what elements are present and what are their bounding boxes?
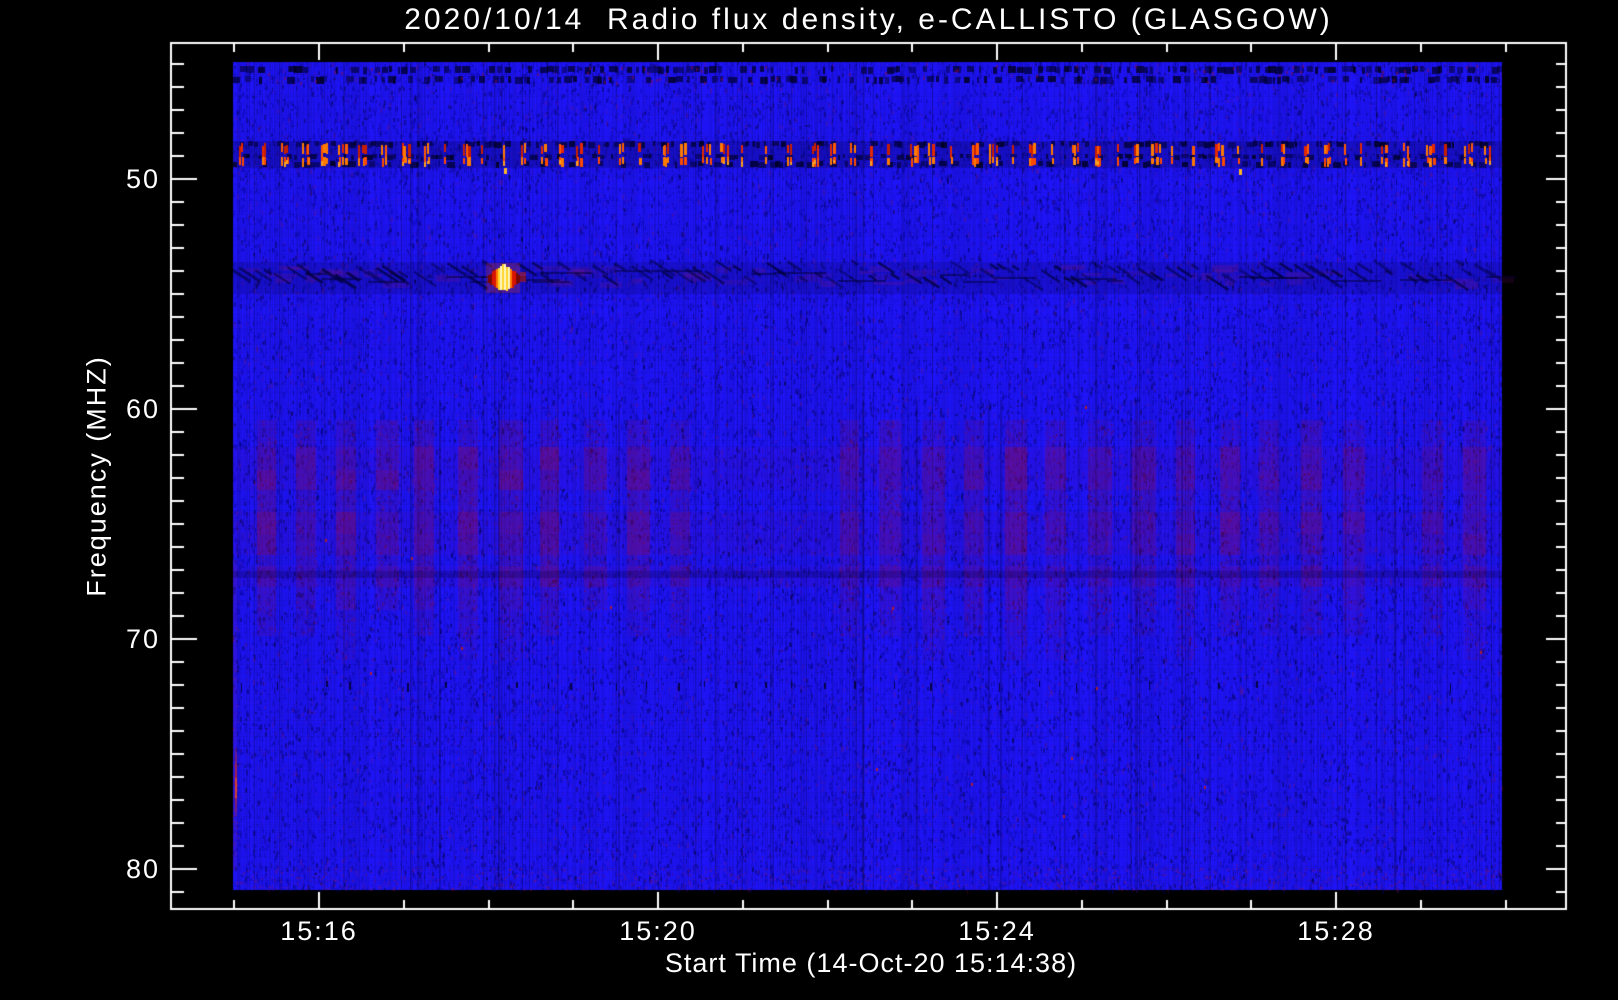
x-axis-label: Start Time (14-Oct-20 15:14:38) <box>664 948 1078 978</box>
y-tick-label: 50 <box>125 164 160 194</box>
x-tick-label: 15:24 <box>958 916 1036 946</box>
x-tick-label: 15:16 <box>280 916 358 946</box>
spectrogram-figure: 2020/10/14 Radio flux density, e-CALLIST… <box>0 0 1618 1000</box>
spectrogram-canvas <box>0 0 1618 1000</box>
chart-title: 2020/10/14 Radio flux density, e-CALLIST… <box>404 3 1333 36</box>
y-tick-label: 60 <box>125 394 160 424</box>
y-axis-label: Frequency (MHZ) <box>81 355 112 597</box>
x-tick-label: 15:28 <box>1297 916 1375 946</box>
y-tick-label: 70 <box>125 624 160 654</box>
x-tick-label: 15:20 <box>619 916 697 946</box>
y-tick-label: 80 <box>125 854 160 884</box>
